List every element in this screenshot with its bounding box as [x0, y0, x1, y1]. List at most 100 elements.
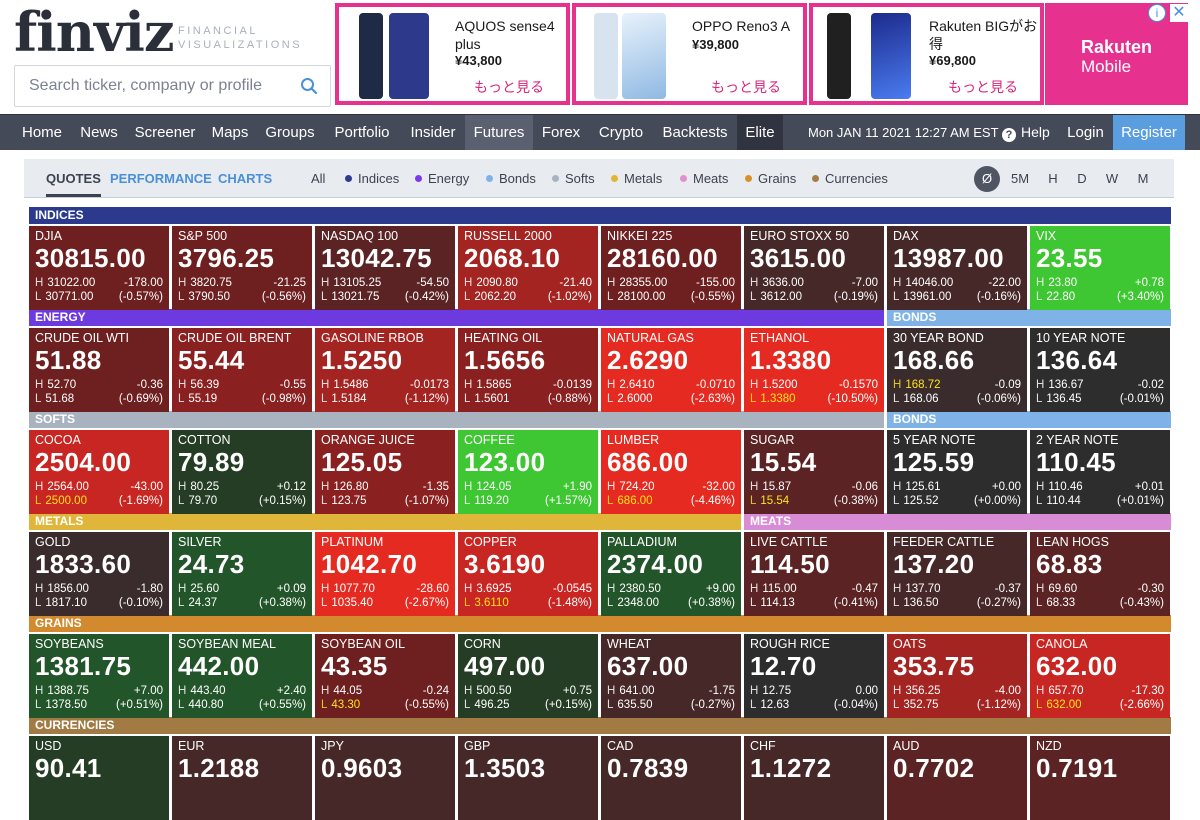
quote-tile-euro-stoxx-50[interactable]: EURO STOXX 50 3615.00 H 3636.00 L 3612.00 -7.0…	[744, 226, 884, 310]
tab-performance[interactable]: PERFORMANCE	[110, 159, 212, 197]
quote-tile-lean-hogs[interactable]: LEAN HOGS 68.83 H 69.60 L 68.33 -0.30 (-0.43%)	[1030, 532, 1170, 616]
quote-tile-chf[interactable]: CHF 1.1272	[744, 736, 884, 820]
quote-tile-eur[interactable]: EUR 1.2188	[172, 736, 312, 820]
quote-tile-gasoline-rbob[interactable]: GASOLINE RBOB 1.5250 H 1.5486 L 1.5184 -0.0173…	[315, 328, 455, 412]
quote-tile-coffee[interactable]: COFFEE 123.00 H 124.05 L 119.20 +1.90 (+1.57%)	[458, 430, 598, 514]
search-box[interactable]	[14, 65, 331, 107]
quote-tile-heating-oil[interactable]: HEATING OIL 1.5656 H 1.5865 L 1.5601 -0.0139 (-…	[458, 328, 598, 412]
search-input[interactable]	[15, 66, 295, 106]
timeframe-d[interactable]: D	[1069, 166, 1095, 192]
quote-tile-wheat[interactable]: WHEAT 637.00 H 641.00 L 635.50 -1.75 (-0.27%)	[601, 634, 741, 718]
search-icon[interactable]	[300, 77, 318, 95]
quote-tile-aud[interactable]: AUD 0.7702	[887, 736, 1027, 820]
quote-tile-jpy[interactable]: JPY 0.9603	[315, 736, 455, 820]
nav-elite[interactable]: Elite	[737, 115, 783, 150]
filter-energy[interactable]: Energy	[415, 159, 469, 199]
quote-tile-gbp[interactable]: GBP 1.3503	[458, 736, 598, 820]
quote-tile-russell-2000[interactable]: RUSSELL 2000 2068.10 H 2090.80 L 2062.20 -21.4…	[458, 226, 598, 310]
nav-backtests[interactable]: Backtests	[654, 115, 736, 150]
nav-insider[interactable]: Insider	[402, 115, 464, 150]
quote-tile-s-p-500[interactable]: S&P 500 3796.25 H 3820.75 L 3790.50 -21.25 (-0.…	[172, 226, 312, 310]
nav-futures[interactable]: Futures	[465, 115, 533, 150]
quote-tile-cotton[interactable]: COTTON 79.89 H 80.25 L 79.70 +0.12 (+0.15%)	[172, 430, 312, 514]
quote-tile-vix[interactable]: VIX 23.55 H 23.80 L 22.80 +0.78 (+3.40%)	[1030, 226, 1170, 310]
quote-tile-30-year-bond[interactable]: 30 YEAR BOND 168.66 H 168.72 L 168.06 -0.09 (-0…	[887, 328, 1027, 412]
quote-tile-5-year-note[interactable]: 5 YEAR NOTE 125.59 H 125.61 L 125.52 +0.00 (+0.…	[887, 430, 1027, 514]
tile-low: L 2500.00	[35, 495, 87, 507]
quote-tile-lumber[interactable]: LUMBER 686.00 H 724.20 L 686.00 -32.00 (-4.46%)	[601, 430, 741, 514]
tab-quotes[interactable]: QUOTES	[46, 159, 101, 197]
timeframe-5m[interactable]: 5M	[1007, 166, 1033, 192]
filter-grains[interactable]: Grains	[745, 159, 796, 199]
quote-tile-soybean-oil[interactable]: SOYBEAN OIL 43.35 H 44.05 L 43.30 -0.24 (-0.55%…	[315, 634, 455, 718]
ad-close-icon[interactable]: ✕	[1170, 4, 1188, 22]
quote-tile-cocoa[interactable]: COCOA 2504.00 H 2564.00 L 2500.00 -43.00 (-1.69…	[29, 430, 169, 514]
quote-tile-nzd[interactable]: NZD 0.7191	[1030, 736, 1170, 820]
ad-info-icon[interactable]: i	[1148, 4, 1166, 22]
quote-tile-orange-juice[interactable]: ORANGE JUICE 125.05 H 126.80 L 123.75 -1.35 (-1…	[315, 430, 455, 514]
login-button[interactable]: Login	[1058, 115, 1113, 150]
nav-news[interactable]: News	[72, 115, 126, 150]
ad-more-link[interactable]: もっと見る	[948, 77, 1018, 97]
timeframe-none[interactable]: Ø	[974, 166, 1000, 192]
nav-screener[interactable]: Screener	[128, 115, 202, 150]
ad-more-link[interactable]: もっと見る	[474, 77, 544, 97]
quote-tile-10-year-note[interactable]: 10 YEAR NOTE 136.64 H 136.67 L 136.45 -0.02 (-0…	[1030, 328, 1170, 412]
nav-groups[interactable]: Groups	[258, 115, 322, 150]
filter-bonds[interactable]: Bonds	[486, 159, 536, 199]
filter-all[interactable]: All	[311, 159, 325, 199]
quote-tile-dax[interactable]: DAX 13987.00 H 14046.00 L 13961.00 -22.00 (-0.1…	[887, 226, 1027, 310]
filter-indices[interactable]: Indices	[345, 159, 399, 199]
register-button[interactable]: Register	[1113, 115, 1185, 150]
quote-tile-silver[interactable]: SILVER 24.73 H 25.60 L 24.37 +0.09 (+0.38%)	[172, 532, 312, 616]
ad-card-aquos[interactable]: AQUOS sense4 plus ¥43,800 もっと見る	[335, 3, 570, 105]
quote-tile-gold[interactable]: GOLD 1833.60 H 1856.00 L 1817.10 -1.80 (-0.10%)	[29, 532, 169, 616]
filter-softs[interactable]: Softs	[552, 159, 595, 199]
tile-change-pct: (-0.19%)	[833, 291, 878, 303]
filter-meats[interactable]: Meats	[680, 159, 728, 199]
quote-tile-nasdaq-100[interactable]: NASDAQ 100 13042.75 H 13105.25 L 13021.75 -54.…	[315, 226, 455, 310]
tile-change: -17.30	[1131, 685, 1164, 697]
quote-tile-sugar[interactable]: SUGAR 15.54 H 15.87 L 15.54 -0.06 (-0.38%)	[744, 430, 884, 514]
tile-change-pct: (-10.50%)	[827, 393, 879, 405]
quote-tile-copper[interactable]: COPPER 3.6190 H 3.6925 L 3.6110 -0.0545 (-1.48%…	[458, 532, 598, 616]
filter-currencies[interactable]: Currencies	[812, 159, 888, 199]
quote-tile-natural-gas[interactable]: NATURAL GAS 2.6290 H 2.6410 L 2.6000 -0.0710 (-…	[601, 328, 741, 412]
quote-tile-crude-oil-brent[interactable]: CRUDE OIL BRENT 55.44 H 56.39 L 55.19 -0.55 (-0…	[172, 328, 312, 412]
quote-tile-rough-rice[interactable]: ROUGH RICE 12.70 H 12.75 L 12.63 0.00 (-0.04%)	[744, 634, 884, 718]
quote-tile-canola[interactable]: CANOLA 632.00 H 657.70 L 632.00 -17.30 (-2.66%)	[1030, 634, 1170, 718]
ad-more-link[interactable]: もっと見る	[711, 77, 781, 97]
nav-help[interactable]: ? Help	[1002, 115, 1050, 150]
nav-maps[interactable]: Maps	[204, 115, 256, 150]
quote-tile-feeder-cattle[interactable]: FEEDER CATTLE 137.20 H 137.70 L 136.50 -0.37 (-…	[887, 532, 1027, 616]
rakuten-mobile-ad[interactable]: Rakuten Mobile	[1045, 3, 1188, 105]
timeframe-h[interactable]: H	[1040, 166, 1066, 192]
quote-tile-nikkei-225[interactable]: NIKKEI 225 28160.00 H 28355.00 L 28100.00 -155…	[601, 226, 741, 310]
quote-tile-soybean-meal[interactable]: SOYBEAN MEAL 442.00 H 443.40 L 440.80 +2.40 (+0…	[172, 634, 312, 718]
quote-tile-crude-oil-wti[interactable]: CRUDE OIL WTI 51.88 H 52.70 L 51.68 -0.36 (-0.6…	[29, 328, 169, 412]
nav-crypto[interactable]: Crypto	[589, 115, 653, 150]
filter-metals[interactable]: Metals	[611, 159, 662, 199]
quote-tile-oats[interactable]: OATS 353.75 H 356.25 L 352.75 -4.00 (-1.12%)	[887, 634, 1027, 718]
ad-card-oppo[interactable]: OPPO Reno3 A ¥39,800 もっと見る	[572, 3, 807, 105]
nav-home[interactable]: Home	[14, 115, 70, 150]
timeframe-m[interactable]: M	[1130, 166, 1156, 192]
tile-name: GASOLINE RBOB	[321, 331, 424, 345]
timeframe-w[interactable]: W	[1099, 166, 1125, 192]
quote-tile-usd[interactable]: USD 90.41	[29, 736, 169, 820]
quote-tile-cad[interactable]: CAD 0.7839	[601, 736, 741, 820]
nav-forex[interactable]: Forex	[534, 115, 588, 150]
nav-portfolio[interactable]: Portfolio	[324, 115, 400, 150]
quote-tile-platinum[interactable]: PLATINUM 1042.70 H 1077.70 L 1035.40 -28.60 (-2…	[315, 532, 455, 616]
tab-charts[interactable]: CHARTS	[218, 159, 272, 197]
finviz-logo[interactable]: finviz	[14, 4, 175, 60]
quote-tile-live-cattle[interactable]: LIVE CATTLE 114.50 H 115.00 L 114.13 -0.47 (-0.…	[744, 532, 884, 616]
ad-card-rakuten-big[interactable]: Rakuten BIGがお得 ¥69,800 もっと見る	[809, 3, 1044, 105]
quote-tile-2-year-note[interactable]: 2 YEAR NOTE 110.45 H 110.46 L 110.44 +0.01 (+0.…	[1030, 430, 1170, 514]
quote-tile-djia[interactable]: DJIA 30815.00 H 31022.00 L 30771.00 -178.00 (-0…	[29, 226, 169, 310]
quote-tile-ethanol[interactable]: ETHANOL 1.3380 H 1.5200 L 1.3380 -0.1570 (-10.5…	[744, 328, 884, 412]
quote-tile-soybeans[interactable]: SOYBEANS 1381.75 H 1388.75 L 1378.50 +7.00 (+0.…	[29, 634, 169, 718]
quote-tile-corn[interactable]: CORN 497.00 H 500.50 L 496.25 +0.75 (+0.15%)	[458, 634, 598, 718]
low-value: 68.33	[1046, 597, 1076, 609]
quote-tile-palladium[interactable]: PALLADIUM 2374.00 H 2380.50 L 2348.00 +9.00 (+0…	[601, 532, 741, 616]
